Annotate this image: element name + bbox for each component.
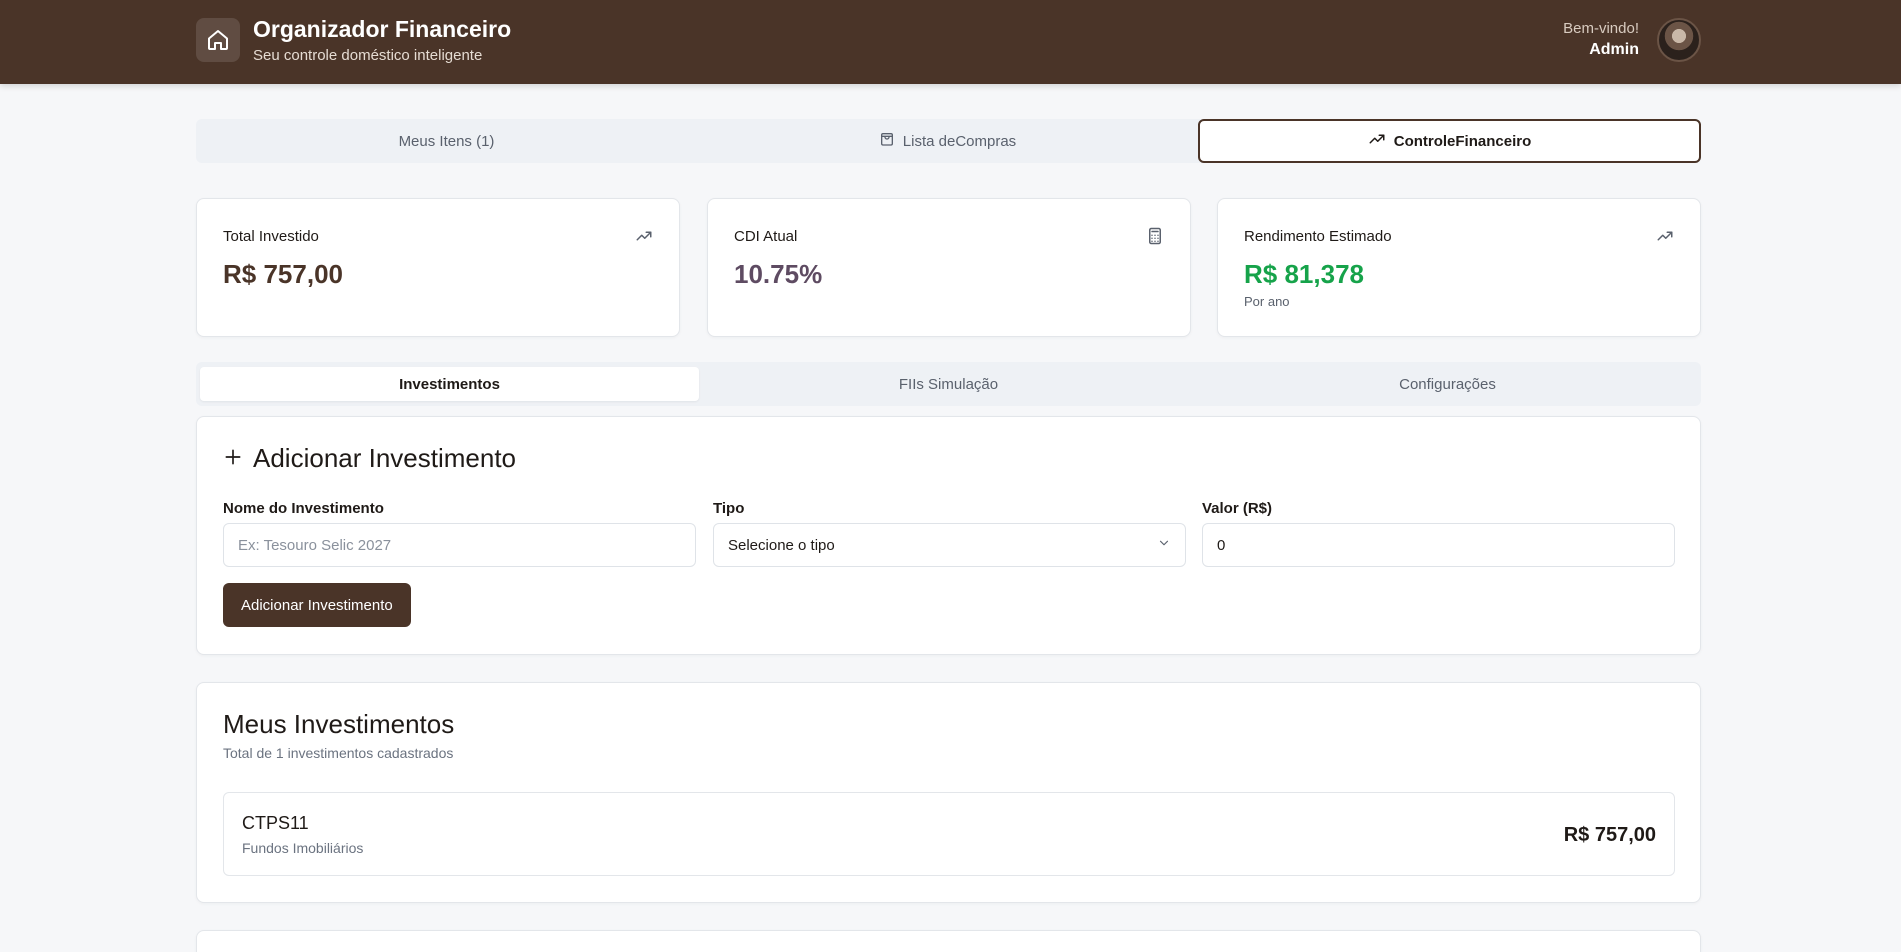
investment-type: Fundos Imobiliários <box>242 840 364 856</box>
stat-card-rendimento-estimado: Rendimento Estimado R$ 81,378 Por ano <box>1217 198 1701 337</box>
trending-up-icon <box>1656 227 1674 245</box>
tab-meus-itens[interactable]: Meus Itens (1) <box>196 119 697 163</box>
investment-name-input[interactable] <box>223 523 696 567</box>
tab-controle-financeiro[interactable]: ControleFinanceiro <box>1198 119 1701 163</box>
list-item[interactable]: CTPS11 Fundos Imobiliários R$ 757,00 <box>223 792 1675 876</box>
investment-name: CTPS11 <box>242 813 309 833</box>
stat-note: Por ano <box>1244 294 1290 309</box>
stat-value: R$ 81,378 <box>1244 259 1364 289</box>
tab-lista-compras[interactable]: Lista deCompras <box>697 119 1198 163</box>
welcome-label: Bem-vindo! <box>1563 20 1639 37</box>
select-value: Selecione o tipo <box>728 536 835 554</box>
type-field-label: Tipo <box>713 500 745 517</box>
stat-label: CDI Atual <box>734 228 798 245</box>
add-investment-title-row: Adicionar Investimento <box>223 443 516 474</box>
stat-label: Rendimento Estimado <box>1244 228 1392 245</box>
tab-label: Meus Itens (1) <box>398 132 495 150</box>
calculator-icon <box>1146 227 1164 245</box>
tab-configuracoes[interactable]: Configurações <box>1198 367 1697 401</box>
add-investment-panel: Adicionar Investimento Nome do Investime… <box>196 416 1701 655</box>
trending-up-icon <box>635 227 653 245</box>
app-header: Organizador Financeiro Seu controle domé… <box>0 0 1901 84</box>
app-subtitle: Seu controle doméstico inteligente <box>253 47 483 64</box>
username: Admin <box>1589 41 1639 58</box>
next-panel <box>196 930 1701 952</box>
avatar[interactable] <box>1657 18 1701 62</box>
name-field-label: Nome do Investimento <box>223 500 384 517</box>
add-investment-button[interactable]: Adicionar Investimento <box>223 583 411 627</box>
my-investments-subtitle: Total de 1 investimentos cadastrados <box>223 745 454 761</box>
stat-label: Total Investido <box>223 228 319 245</box>
stat-card-cdi-atual: CDI Atual 10.75% <box>707 198 1191 337</box>
value-field-label: Valor (R$) <box>1202 500 1273 517</box>
investment-type-select[interactable]: Selecione o tipo <box>713 523 1186 567</box>
add-investment-title: Adicionar Investimento <box>253 443 517 473</box>
stat-value: 10.75% <box>734 259 823 289</box>
tab-fiis-simulacao[interactable]: FIIs Simulação <box>699 367 1198 401</box>
shopping-bag-icon <box>879 131 895 151</box>
app-title: Organizador Financeiro <box>253 16 512 42</box>
tab-investimentos[interactable]: Investimentos <box>200 367 699 401</box>
sub-tabs: Investimentos FIIs Simulação Configuraçõ… <box>196 362 1701 406</box>
tab-label: Lista deCompras <box>902 132 1017 150</box>
stat-card-total-investido: Total Investido R$ 757,00 <box>196 198 680 337</box>
home-icon[interactable] <box>196 18 240 62</box>
welcome-block: Bem-vindo! Admin <box>1563 20 1639 59</box>
trending-up-icon <box>1368 130 1386 152</box>
investment-value: R$ 757,00 <box>1563 824 1656 846</box>
tab-label: ControleFinanceiro <box>1393 132 1532 150</box>
chevron-down-icon <box>1157 536 1171 554</box>
stat-value: R$ 757,00 <box>223 259 343 289</box>
my-investments-panel: Meus Investimentos Total de 1 investimen… <box>196 682 1701 903</box>
plus-icon <box>223 443 243 474</box>
my-investments-title: Meus Investimentos <box>223 709 455 739</box>
investment-value-input[interactable] <box>1202 523 1675 567</box>
main-tabs: Meus Itens (1) Lista deCompras ControleF… <box>196 119 1701 163</box>
